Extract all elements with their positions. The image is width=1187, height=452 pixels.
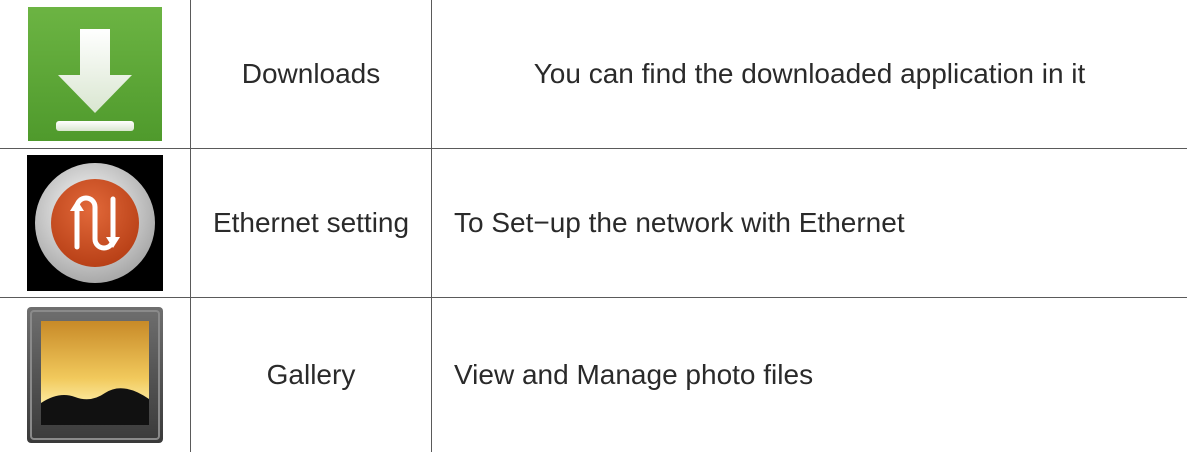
feature-name: Downloads <box>241 58 381 89</box>
icon-cell <box>0 149 190 297</box>
icon-cell <box>0 298 190 452</box>
ethernet-icon <box>27 155 163 291</box>
column-divider <box>431 0 432 452</box>
table-row: Downloads You can find the downloaded ap… <box>0 0 1187 148</box>
app-feature-table: Downloads You can find the downloaded ap… <box>0 0 1187 452</box>
column-divider <box>190 0 191 452</box>
feature-description: To Set−up the network with Ethernet <box>454 207 905 238</box>
feature-name: Ethernet setting <box>212 207 410 238</box>
feature-name: Gallery <box>266 359 356 390</box>
row-divider <box>0 148 1187 149</box>
table-row: Gallery View and Manage photo files <box>0 298 1187 452</box>
gallery-icon <box>27 307 163 443</box>
icon-cell <box>0 0 190 148</box>
table-row: Ethernet setting To Set−up the network w… <box>0 149 1187 297</box>
feature-description: You can find the downloaded application … <box>533 58 1086 89</box>
download-icon <box>28 7 162 141</box>
feature-description: View and Manage photo files <box>454 359 814 390</box>
row-divider <box>0 297 1187 298</box>
